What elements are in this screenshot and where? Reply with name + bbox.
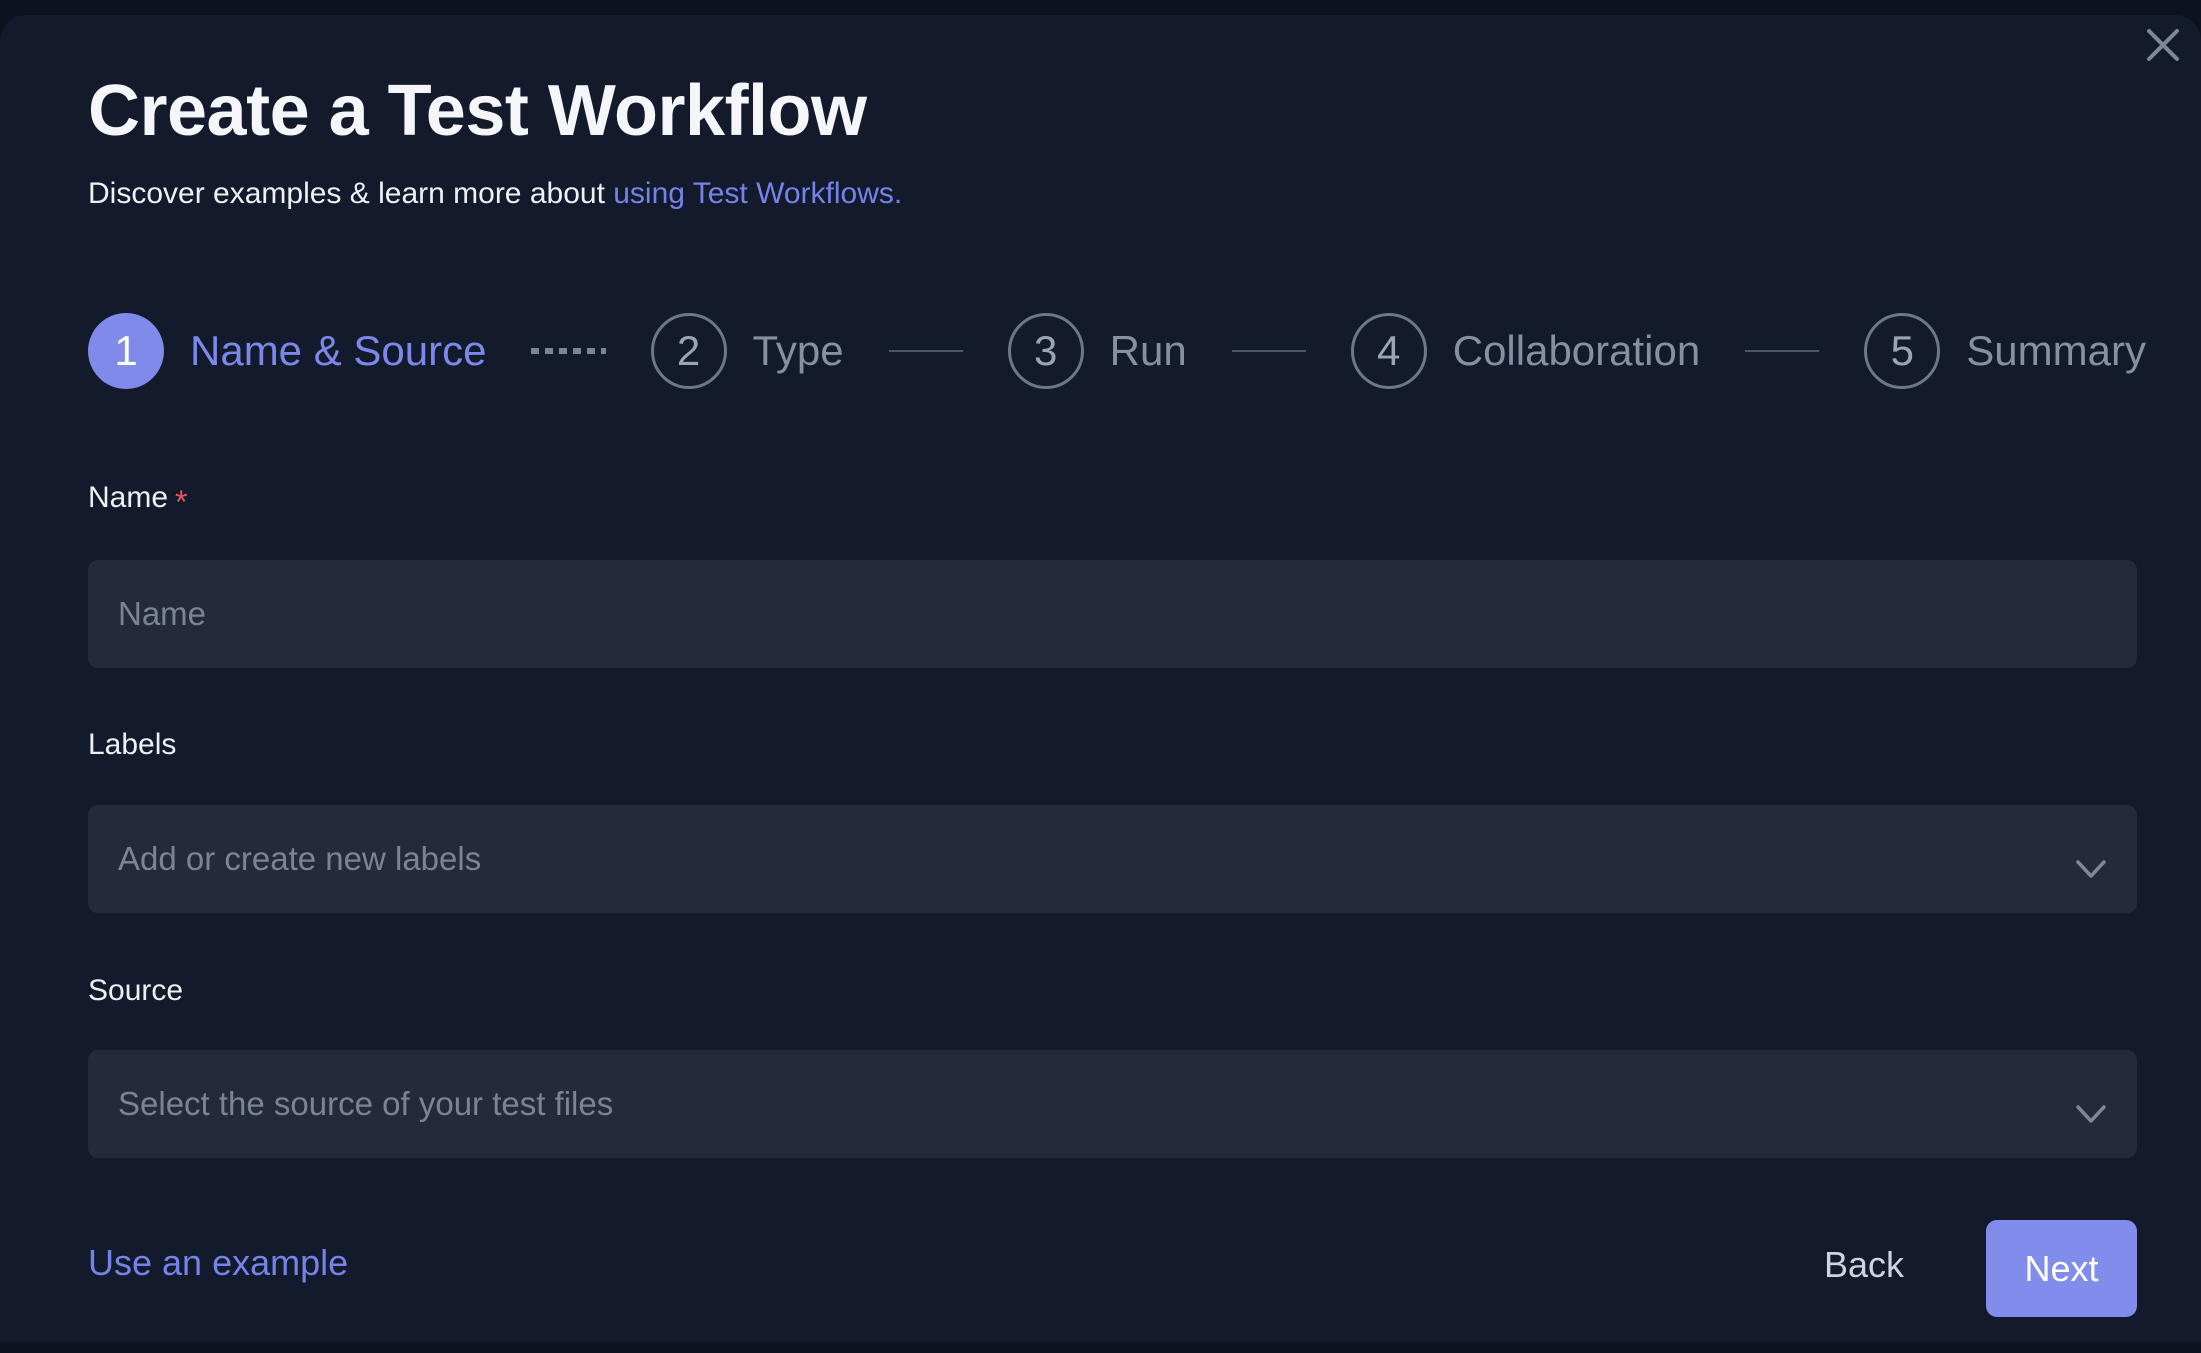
name-label-text: Name: [88, 481, 168, 514]
step-4-circle: 4: [1351, 313, 1427, 389]
step-name-and-source[interactable]: 1 Name & Source: [88, 313, 486, 389]
step-5-circle: 5: [1864, 313, 1940, 389]
create-test-workflow-modal: Create a Test Workflow Discover examples…: [0, 15, 2201, 1342]
step-connector: [889, 350, 963, 352]
step-1-circle: 1: [88, 313, 164, 389]
page-title: Create a Test Workflow: [88, 66, 867, 156]
name-field-label: Name*: [88, 478, 180, 516]
step-5-label: Summary: [1966, 327, 2146, 375]
step-3-label: Run: [1110, 327, 1187, 375]
step-2-circle: 2: [651, 313, 727, 389]
close-icon: [2146, 28, 2180, 62]
back-button[interactable]: Back: [1810, 1234, 1918, 1296]
source-select-placeholder: Select the source of your test files: [118, 1085, 613, 1123]
step-connector-dashed: [531, 348, 605, 354]
subtitle-text: Discover examples & learn more about: [88, 177, 613, 210]
chevron-down-icon: [2076, 1094, 2106, 1132]
source-field-label: Source: [88, 973, 183, 1009]
chevron-down-icon: [2076, 849, 2106, 887]
subtitle: Discover examples & learn more about usi…: [88, 172, 902, 216]
source-select[interactable]: Select the source of your test files: [88, 1050, 2137, 1158]
step-2-label: Type: [753, 327, 844, 375]
step-4-label: Collaboration: [1453, 327, 1701, 375]
name-input[interactable]: [88, 560, 2137, 668]
step-3-circle: 3: [1008, 313, 1084, 389]
next-button[interactable]: Next: [1986, 1220, 2137, 1317]
stepper: 1 Name & Source 2 Type 3 Run 4 Collabora…: [88, 313, 2146, 389]
labels-field-label: Labels: [88, 727, 176, 763]
labels-select[interactable]: Add or create new labels: [88, 805, 2137, 913]
step-connector: [1745, 350, 1819, 352]
step-summary[interactable]: 5 Summary: [1864, 313, 2146, 389]
step-connector: [1232, 350, 1306, 352]
step-run[interactable]: 3 Run: [1008, 313, 1187, 389]
step-1-label: Name & Source: [190, 327, 486, 375]
step-type[interactable]: 2 Type: [651, 313, 844, 389]
labels-select-placeholder: Add or create new labels: [118, 840, 481, 878]
step-collaboration[interactable]: 4 Collaboration: [1351, 313, 1701, 389]
using-test-workflows-link[interactable]: using Test Workflows.: [613, 177, 902, 210]
close-button[interactable]: [2139, 21, 2187, 69]
use-an-example-link[interactable]: Use an example: [88, 1242, 348, 1284]
required-asterisk: *: [175, 484, 187, 520]
